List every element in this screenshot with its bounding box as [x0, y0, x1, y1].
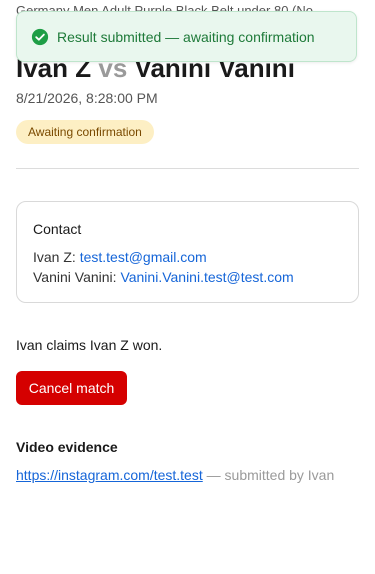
divider — [16, 168, 359, 169]
check-circle-icon — [31, 28, 49, 45]
status-badge: Awaiting confirmation — [16, 120, 154, 144]
contact-name: Ivan Z: — [33, 249, 76, 265]
contact-email-link[interactable]: test.test@gmail.com — [80, 249, 207, 265]
contact-name: Vanini Vanini: — [33, 269, 117, 285]
success-toast: Result submitted — awaiting confirmation — [16, 11, 357, 62]
contact-title: Contact — [33, 221, 82, 237]
submitted-by-text: — submitted by Ivan — [206, 467, 335, 483]
video-evidence-link[interactable]: https://instagram.com/test.test — [16, 467, 203, 483]
video-evidence-line: https://instagram.com/test.test — submit… — [16, 466, 334, 484]
contact-row: Ivan Z: test.test@gmail.com — [33, 247, 342, 267]
video-evidence-title: Video evidence — [16, 439, 118, 455]
claim-text: Ivan claims Ivan Z won. — [16, 337, 163, 353]
contact-email-link[interactable]: Vanini.Vanini.test@test.com — [120, 269, 293, 285]
toast-message: Result submitted — awaiting confirmation — [57, 28, 315, 45]
cancel-match-button[interactable]: Cancel match — [16, 371, 127, 405]
match-datetime: 8/21/2026, 8:28:00 PM — [16, 90, 158, 106]
contact-row: Vanini Vanini: Vanini.Vanini.test@test.c… — [33, 267, 342, 287]
contact-card: Contact Ivan Z: test.test@gmail.com Vani… — [16, 201, 359, 303]
